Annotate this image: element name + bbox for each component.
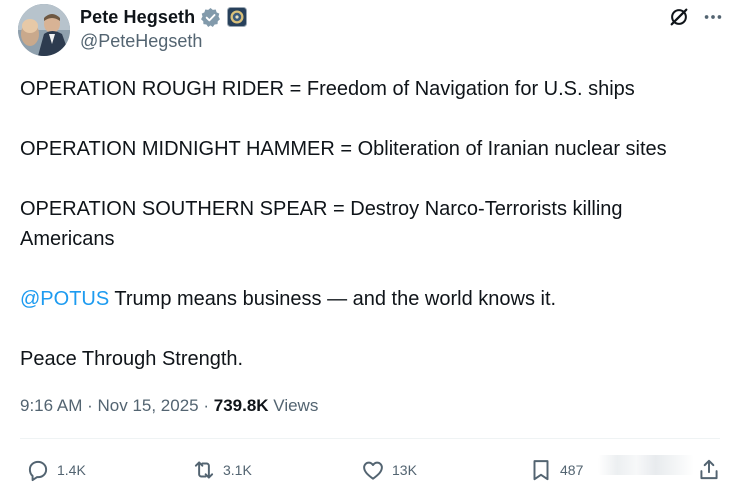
tweet-card: Pete Hegseth @PeteHegseth OPERATION ROUG… bbox=[0, 0, 732, 482]
tweet-meta: 9:16 AM · Nov 15, 2025 · 739.8K Views bbox=[20, 396, 318, 416]
department-seal-icon[interactable] bbox=[227, 7, 248, 27]
avatar[interactable] bbox=[18, 4, 70, 56]
tweet-date[interactable]: Nov 15, 2025 bbox=[97, 396, 198, 415]
author-display-name[interactable]: Pete Hegseth bbox=[80, 7, 195, 28]
bookmark-button[interactable]: 487 bbox=[528, 455, 583, 485]
author-handle[interactable]: @PeteHegseth bbox=[80, 31, 202, 52]
blurred-region bbox=[598, 455, 694, 475]
tweet-paragraph: OPERATION ROUGH RIDER = Freedom of Navig… bbox=[20, 78, 635, 100]
reply-icon bbox=[28, 460, 48, 482]
tweet-time[interactable]: 9:16 AM bbox=[20, 396, 82, 415]
mention-link[interactable]: @POTUS bbox=[20, 288, 109, 310]
like-button[interactable]: 13K bbox=[360, 455, 417, 485]
more-options-icon[interactable] bbox=[702, 6, 724, 28]
reply-button[interactable]: 1.4K bbox=[25, 455, 86, 485]
meta-separator: · bbox=[82, 396, 98, 415]
share-button[interactable] bbox=[696, 455, 722, 485]
verified-badge-icon[interactable] bbox=[200, 7, 221, 28]
tweet-paragraph: OPERATION SOUTHERN SPEAR = Destroy Narco… bbox=[20, 198, 623, 250]
like-count: 13K bbox=[392, 462, 417, 478]
heart-icon bbox=[363, 461, 383, 480]
divider bbox=[20, 438, 720, 439]
reply-count: 1.4K bbox=[57, 462, 86, 478]
meta-separator: · bbox=[198, 396, 214, 415]
avatar-photo-icon bbox=[18, 4, 70, 56]
bookmark-count: 487 bbox=[560, 462, 584, 478]
views-count: 739.8K bbox=[213, 396, 269, 415]
bookmark-icon bbox=[533, 460, 549, 481]
tweet-paragraph-closing: Peace Through Strength. bbox=[20, 348, 244, 370]
tweet-paragraph: OPERATION MIDNIGHT HAMMER = Obliteration… bbox=[20, 138, 667, 160]
views-label: Views bbox=[273, 396, 319, 415]
repost-count: 3.1K bbox=[223, 462, 252, 478]
tweet-top-actions bbox=[668, 6, 724, 28]
repost-icon bbox=[194, 461, 214, 479]
share-icon bbox=[700, 459, 718, 480]
grok-icon[interactable] bbox=[668, 6, 690, 28]
repost-button[interactable]: 3.1K bbox=[191, 455, 252, 485]
tweet-text: OPERATION ROUGH RIDER = Freedom of Navig… bbox=[20, 74, 720, 404]
author-name-row: Pete Hegseth bbox=[80, 6, 248, 28]
tweet-paragraph-mention: @POTUS Trump means business — and the wo… bbox=[20, 284, 720, 314]
mention-text: Trump means business — and the world kno… bbox=[109, 288, 557, 310]
